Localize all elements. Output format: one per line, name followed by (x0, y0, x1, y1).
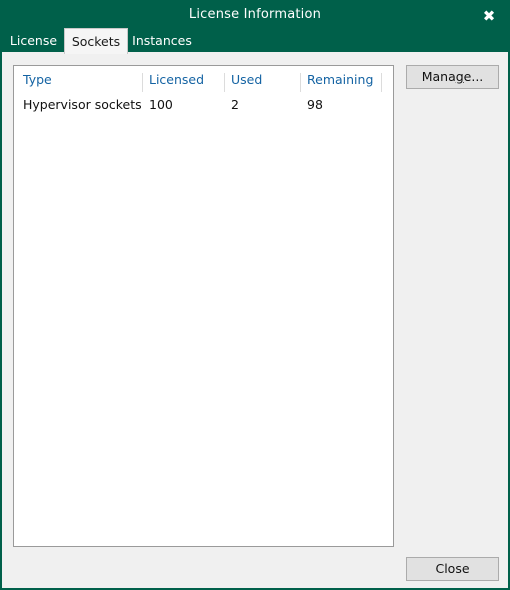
manage-button-label-after: e... (463, 69, 484, 84)
tab-instances-label: Instances (132, 33, 192, 48)
column-header-remaining[interactable]: Remaining (307, 72, 373, 88)
cell-licensed: 100 (149, 97, 173, 112)
column-divider[interactable] (224, 73, 225, 92)
tab-license[interactable]: License (8, 28, 59, 54)
column-header-type[interactable]: Type (23, 72, 52, 88)
tab-sockets-label: Sockets (71, 34, 121, 49)
tab-sockets[interactable]: Sockets (64, 28, 128, 54)
column-header-licensed[interactable]: Licensed (149, 72, 204, 88)
cell-used: 2 (231, 97, 239, 112)
tab-license-label: License (9, 33, 58, 48)
license-information-dialog: License Information ✖ License Sockets In… (0, 0, 510, 590)
column-divider[interactable] (300, 73, 301, 92)
close-button[interactable]: Close (406, 557, 499, 581)
close-button-label: Close (435, 561, 470, 576)
table-row[interactable]: Hypervisor sockets 100 2 98 (14, 94, 393, 116)
dialog-body: Type Licensed Used Remaining Hypervisor … (2, 54, 508, 588)
column-divider[interactable] (381, 73, 382, 92)
tab-instances[interactable]: Instances (132, 28, 192, 54)
column-header-used[interactable]: Used (231, 72, 262, 88)
manage-button-label-before: Mana (421, 69, 456, 84)
close-icon[interactable]: ✖ (479, 7, 499, 25)
tab-strip: License Sockets Instances (2, 28, 508, 54)
cell-remaining: 98 (307, 97, 323, 112)
table-header-row: Type Licensed Used Remaining (14, 66, 393, 94)
page-title: License Information (188, 7, 322, 22)
cell-type: Hypervisor sockets (23, 97, 142, 112)
column-divider[interactable] (142, 73, 143, 92)
manage-button-accesskey: g (455, 69, 464, 84)
sockets-list-panel: Type Licensed Used Remaining Hypervisor … (13, 65, 394, 547)
manage-button[interactable]: Manage... (406, 65, 499, 89)
